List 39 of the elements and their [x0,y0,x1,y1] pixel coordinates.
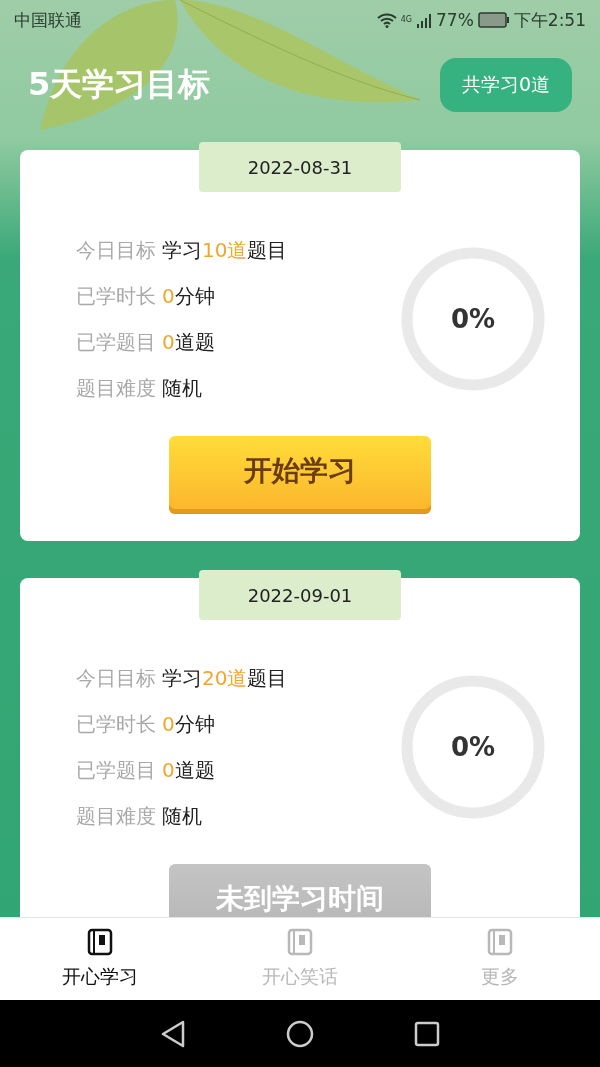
start-button[interactable]: 开始学习 [169,436,431,514]
stat-label: 已学题目 [76,328,156,356]
notebook-icon [87,928,113,956]
stat-label: 已学时长 [76,710,156,738]
stat-label: 今日目标 [76,664,156,692]
page-title: 5天学习目标 [28,64,211,105]
stat-value: 随机 [162,374,202,402]
stat-label: 题目难度 [76,802,156,830]
tab-bar-item[interactable]: 开心笑话 [200,918,400,1000]
progress-percent: 0% [450,732,496,762]
battery-percent: 77% [436,10,474,30]
stat-label: 今日目标 [76,236,156,264]
signal-icon [416,12,432,28]
stat-value: 0分钟 [162,282,215,310]
tab-bar-item[interactable]: 更多 [400,918,600,1000]
home-icon[interactable] [286,1019,314,1048]
notebook-icon [287,928,313,956]
carrier-name: 中国联通 [14,8,82,32]
recents-icon[interactable] [414,1020,440,1047]
stat-value: 0道题 [162,756,215,784]
total-count-badge: 共学习0道 [439,58,572,112]
progress-percent: 0% [450,304,496,334]
notebook-icon [487,928,513,956]
clock-time: 下午2:51 [513,8,586,32]
date-label: 2022-08-31 [199,142,401,192]
back-icon[interactable] [160,1019,186,1048]
date-label: 2022-09-01 [199,570,401,620]
network-type: 4G [400,14,412,24]
stat-label: 已学时长 [76,282,156,310]
stat-value: 随机 [162,802,202,830]
stat-value: 0道题 [162,328,215,356]
tab-bar-item[interactable]: 开心学习 [0,918,200,1000]
stat-value: 学习 10道题目 [162,236,288,264]
stat-label: 已学题目 [76,756,156,784]
stat-value: 0分钟 [162,710,215,738]
wifi-icon [376,12,397,28]
battery-icon [477,12,510,28]
stat-value: 学习20道题目 [162,664,288,692]
stat-label: 题目难度 [76,374,156,402]
